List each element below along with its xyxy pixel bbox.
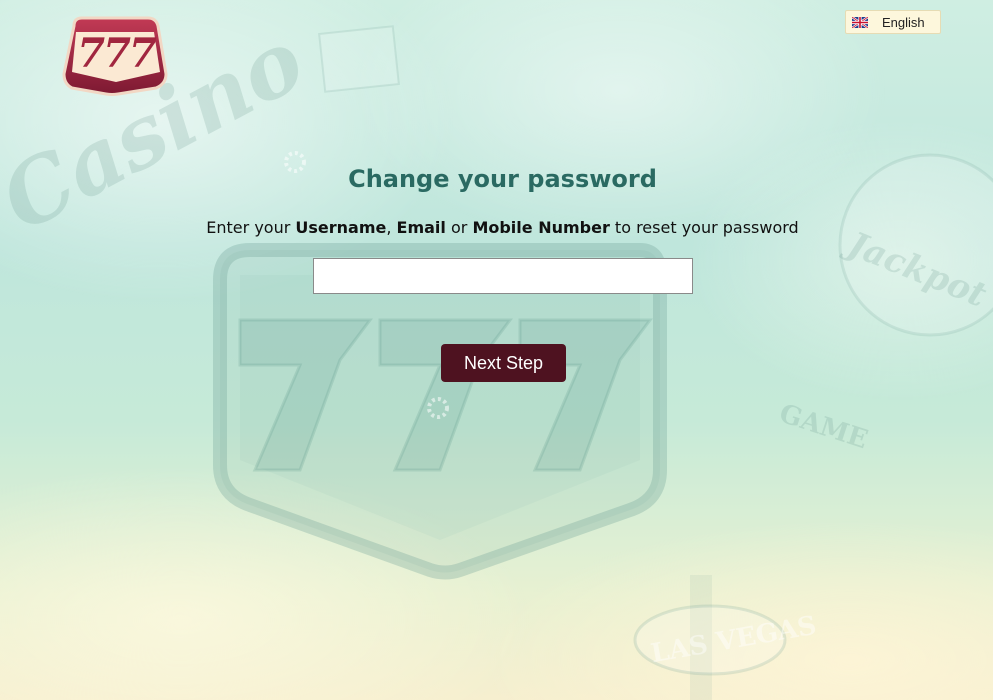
- next-step-button[interactable]: Next Step: [441, 344, 566, 382]
- language-label: English: [882, 14, 925, 30]
- mobile-word: Mobile Number: [472, 218, 610, 237]
- username-word: Username: [295, 218, 387, 237]
- identity-input[interactable]: [313, 258, 693, 294]
- brand-logo[interactable]: 777: [62, 14, 168, 96]
- instructions-text: Enter your Username, Email or Mobile Num…: [0, 218, 993, 237]
- instruction-prefix: Enter your: [206, 218, 296, 237]
- logo-text: 777: [77, 30, 157, 77]
- language-selector[interactable]: English: [845, 10, 941, 34]
- uk-flag-icon: [852, 16, 868, 28]
- background-word-las-vegas: LAS VEGAS: [648, 610, 819, 670]
- instruction-separator: ,: [386, 218, 397, 237]
- page-title: Change your password: [348, 165, 657, 193]
- background-word-jackpot: Jackpot: [842, 224, 992, 316]
- instruction-or: or: [445, 218, 473, 237]
- instruction-suffix: to reset your password: [609, 218, 799, 237]
- background-word-game: GAME: [775, 398, 872, 456]
- email-word: Email: [396, 218, 446, 237]
